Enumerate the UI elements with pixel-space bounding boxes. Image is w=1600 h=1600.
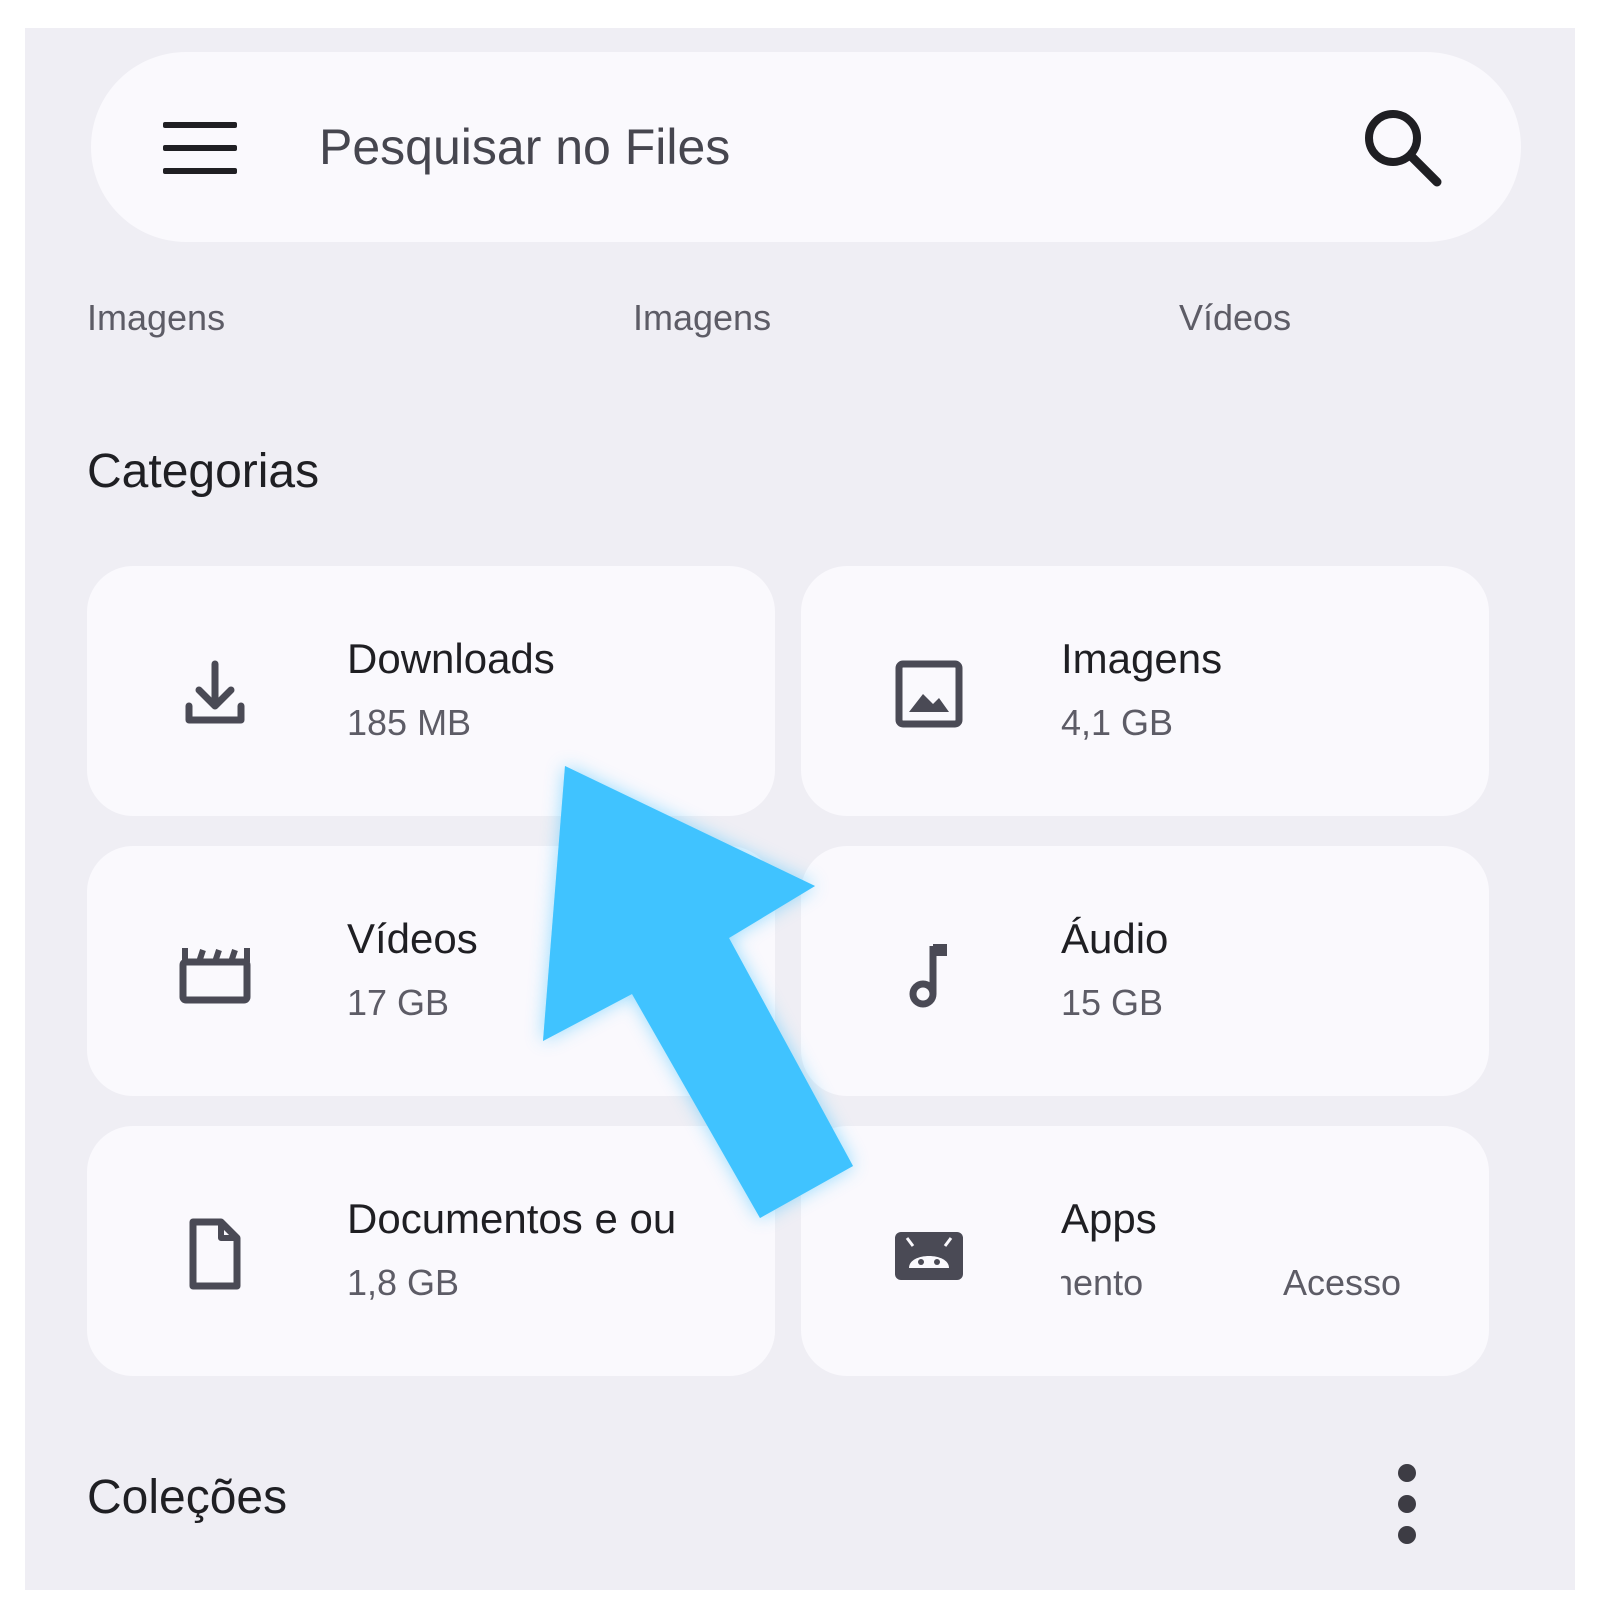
category-name: Áudio: [1061, 915, 1169, 962]
apps-subtitle-marquee: nento Acesso: [1061, 1260, 1411, 1310]
files-app-screen: Pesquisar no Files Imagens Imagens Vídeo…: [25, 28, 1575, 1590]
category-card-images[interactable]: Imagens 4,1 GB: [801, 566, 1489, 816]
hamburger-menu-icon[interactable]: [163, 122, 237, 174]
more-vertical-icon[interactable]: [1395, 1464, 1419, 1544]
text-fade: [685, 1126, 775, 1376]
category-size: 185 MB: [347, 702, 472, 743]
recent-item-label[interactable]: Vídeos: [1179, 296, 1291, 340]
category-size: 4,1 GB: [1061, 702, 1174, 743]
category-card-audio[interactable]: Áudio 15 GB: [801, 846, 1489, 1096]
document-icon: [189, 1218, 241, 1290]
search-input[interactable]: Pesquisar no Files: [319, 114, 730, 180]
music-note-icon: [909, 944, 947, 1008]
category-card-apps[interactable]: Apps nento Acesso: [801, 1126, 1489, 1376]
apps-subtitle-fragment: nento: [1061, 1262, 1144, 1303]
recent-item-label[interactable]: Imagens: [87, 296, 225, 340]
category-name: Apps: [1061, 1195, 1157, 1242]
recent-item-label[interactable]: Imagens: [633, 296, 771, 340]
section-title-collections: Coleções: [87, 1471, 288, 1524]
category-card-documents[interactable]: Documentos e ou 1,8 GB: [87, 1126, 775, 1376]
section-title-categories: Categorias: [87, 445, 320, 498]
category-name: Documentos e ou: [347, 1195, 677, 1242]
download-icon: [185, 660, 245, 724]
image-icon: [895, 660, 963, 728]
android-icon: [895, 1232, 963, 1280]
category-size: 1,8 GB: [347, 1262, 460, 1303]
category-name: Vídeos: [347, 915, 478, 962]
apps-subtitle-fragment: Acesso: [1283, 1262, 1402, 1303]
category-card-downloads[interactable]: Downloads 185 MB: [87, 566, 775, 816]
text-fade: [1411, 1126, 1481, 1376]
search-icon[interactable]: [1361, 106, 1445, 190]
search-bar[interactable]: Pesquisar no Files: [91, 52, 1521, 242]
category-size: 17 GB: [347, 982, 450, 1023]
category-name: Imagens: [1061, 635, 1223, 682]
movie-clapper-icon: [179, 948, 251, 1004]
category-size: 15 GB: [1061, 982, 1164, 1023]
category-name: Downloads: [347, 635, 555, 682]
category-card-videos[interactable]: Vídeos 17 GB: [87, 846, 775, 1096]
